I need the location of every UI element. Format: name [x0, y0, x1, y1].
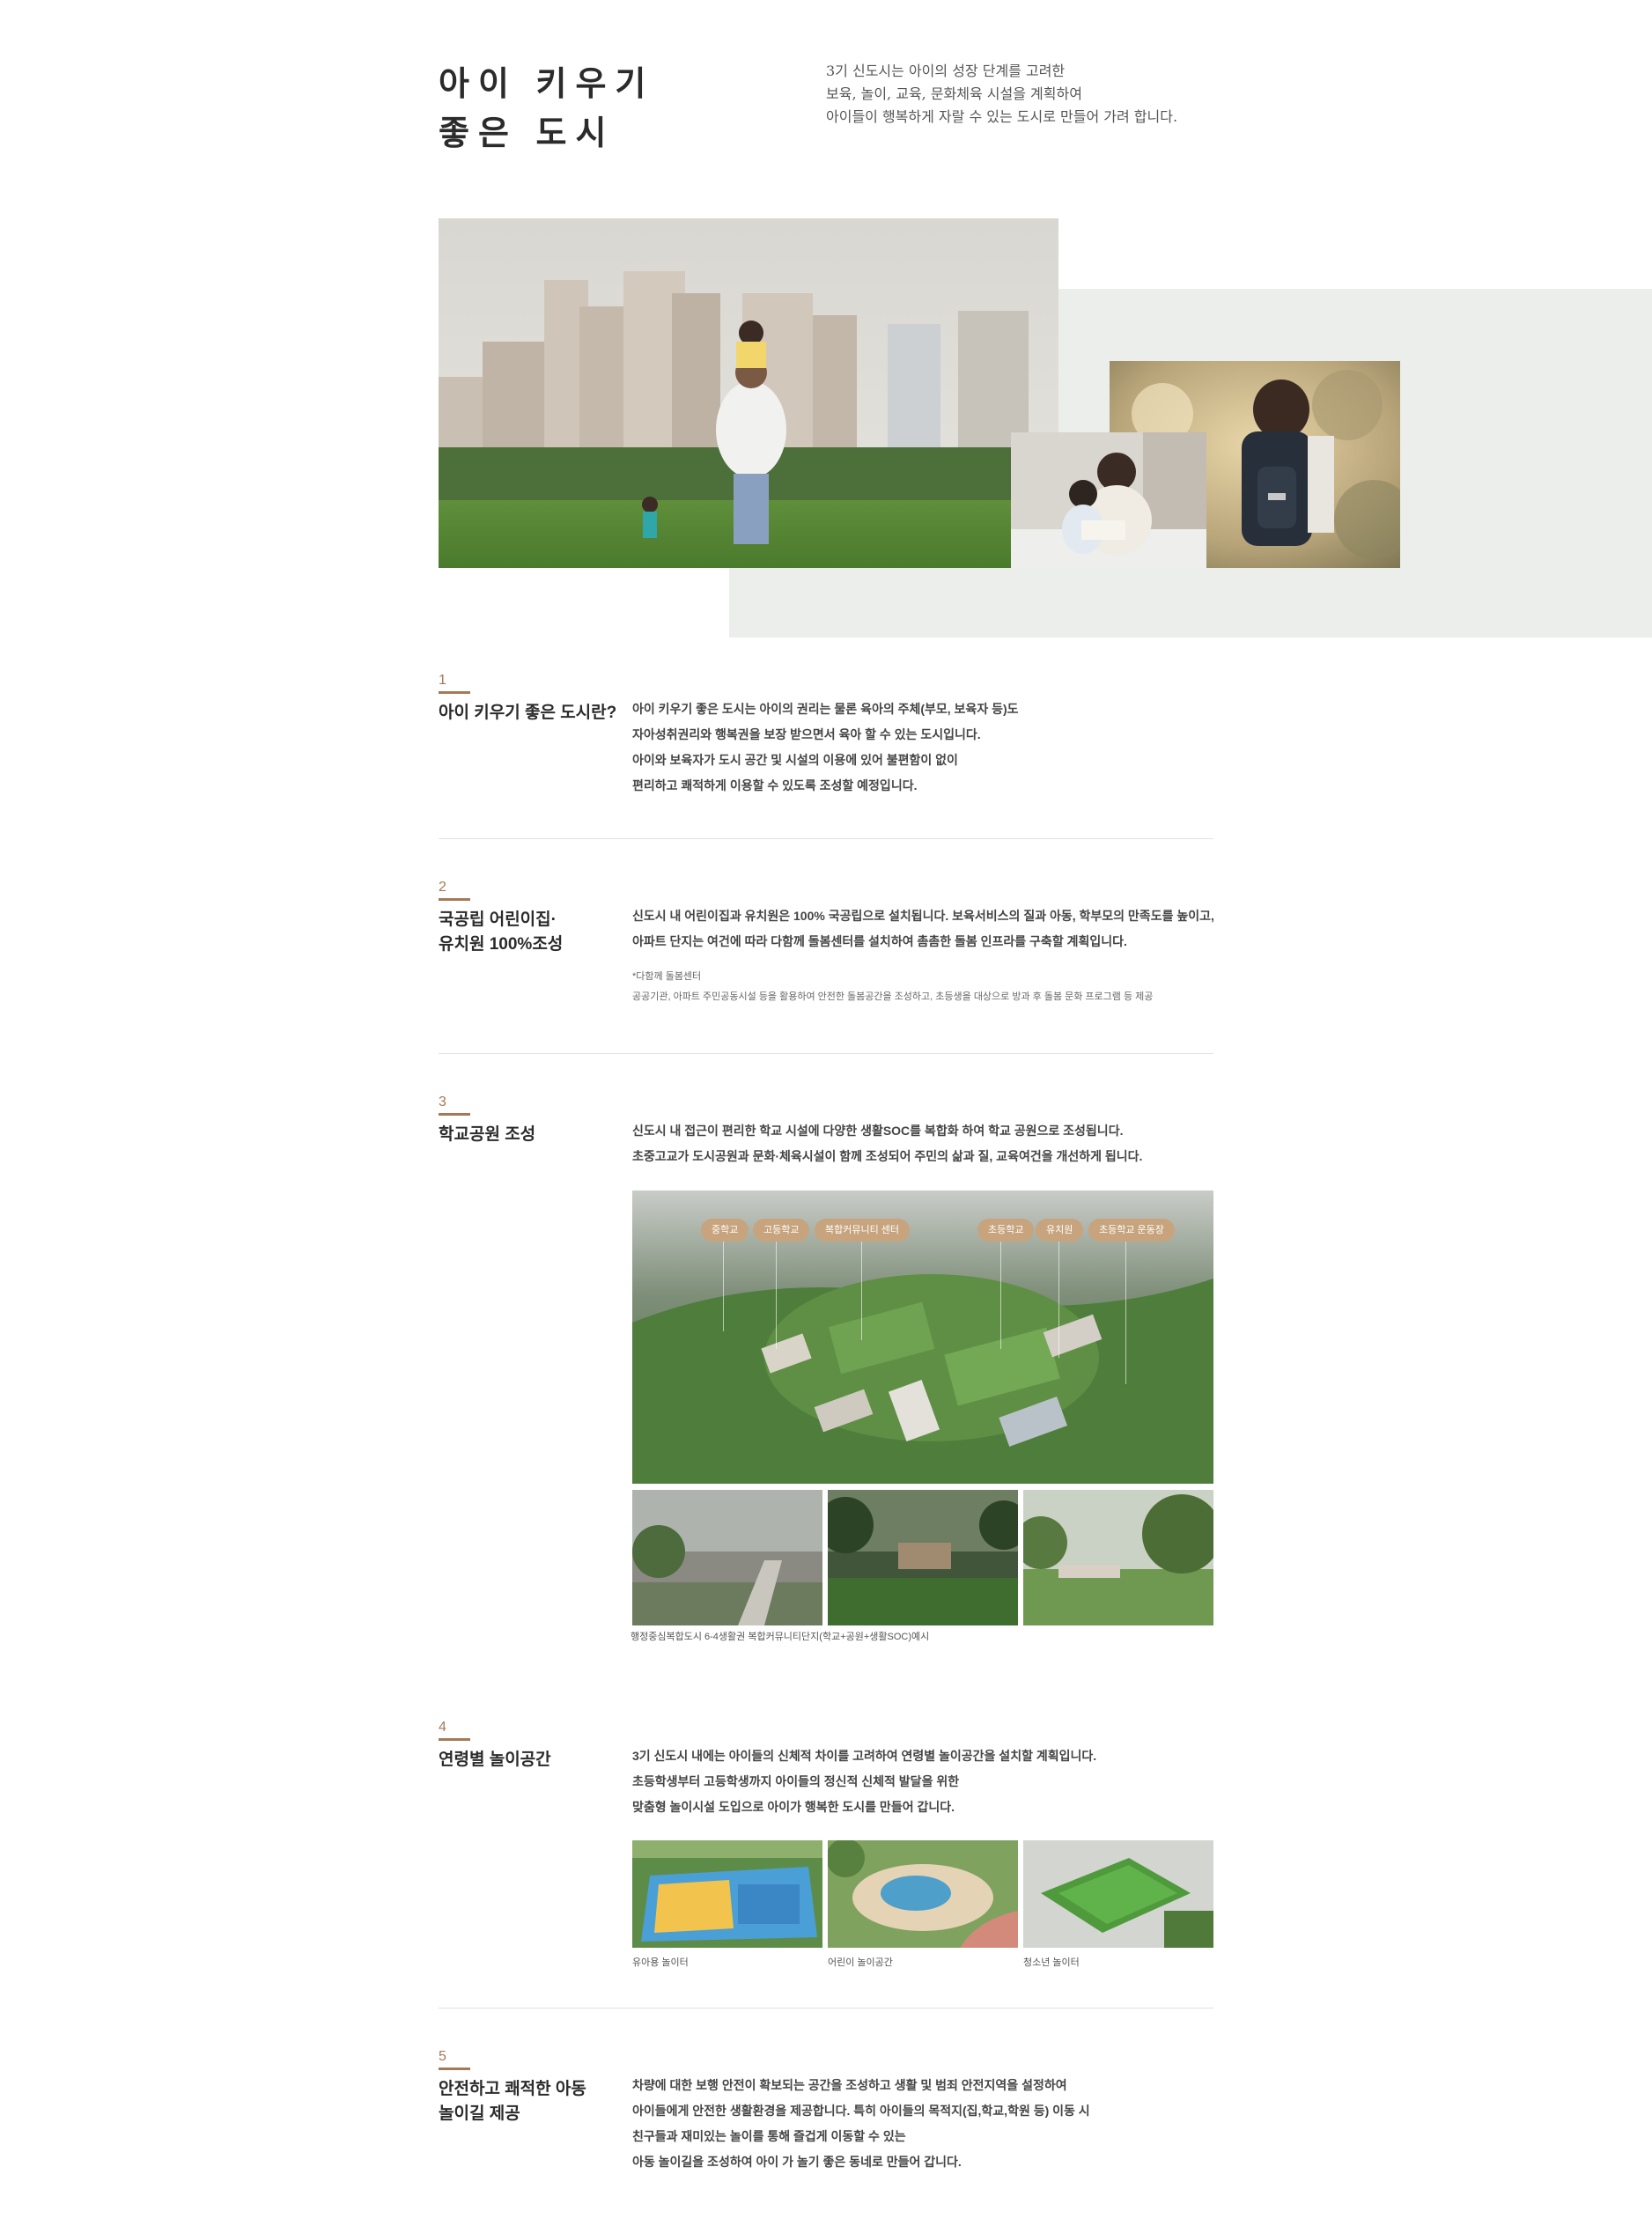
- mother-daughter-reading-photo: [1011, 432, 1206, 568]
- school-park-aerial-image: 중학교 고등학교 복합커뮤니티 센터 초등학교 유치원 초등학교 운동장: [632, 1190, 1213, 1484]
- tag-community-center: 복합커뮤니티 센터: [815, 1219, 911, 1242]
- section-body: 신도시 내 어린이집과 유치원은 100% 국공립으로 설치됩니다. 보육서비스…: [632, 903, 1231, 1007]
- section-title-line: 학교공원 조성: [439, 1125, 536, 1144]
- body-line: 신도시 내 어린이집과 유치원은 100% 국공립으로 설치됩니다. 보육서비스…: [632, 909, 1214, 923]
- tag-elementary-playground: 초등학교 운동장: [1088, 1219, 1175, 1242]
- section-title: 연령별 놀이공간: [439, 1748, 623, 1773]
- pointer-line: [1058, 1226, 1059, 1358]
- pointer-line: [1125, 1226, 1126, 1384]
- section-title: 국공립 어린이집· 유치원 100%조성: [439, 908, 623, 957]
- section-3: 3 학교공원 조성 신도시 내 접근이 편리한 학교 시설에 다양한 생활SOC…: [439, 1094, 1213, 1163]
- section-1: 1 아이 키우기 좋은 도시란? 아이 키우기 좋은 도시는 아이의 권리는 물…: [439, 672, 1213, 792]
- toddler-playground-image: [632, 1840, 822, 1948]
- image-caption: 행정중심복합도시 6-4생활권 복합커뮤니티단지(학교+공원+생활SOC)예시: [631, 1632, 930, 1642]
- section-number: 5: [439, 2048, 470, 2070]
- school-render-1: [632, 1490, 822, 1625]
- section-number: 3: [439, 1094, 470, 1116]
- pointer-line: [776, 1226, 777, 1349]
- body-line: 친구들과 재미있는 놀이를 통해 즐겁게 이동할 수 있는: [632, 2129, 906, 2143]
- section-divider: [439, 1053, 1213, 1054]
- body-line: 아동 놀이길을 조성하여 아이 가 놀기 좋은 동네로 만들어 갑니다.: [632, 2155, 962, 2169]
- tag-elementary-school: 초등학교: [977, 1219, 1035, 1242]
- section-title: 학교공원 조성: [439, 1123, 623, 1147]
- section-number: 4: [439, 1719, 470, 1741]
- tag-middle-school: 중학교: [701, 1219, 749, 1242]
- image-caption: 어린이 놀이공간: [828, 1957, 893, 1968]
- section-number: 1: [439, 672, 470, 694]
- image-caption: 청소년 놀이터: [1023, 1957, 1080, 1968]
- hero-description-line2: 보육, 놀이, 교육, 문화체육 시설을 계획하여: [826, 85, 1082, 102]
- body-line: 초중고교가 도시공원과 문화·체육시설이 함께 조성되어 주민의 삶과 질, 교…: [632, 1149, 1143, 1163]
- page-title-line2: 좋은 도시: [439, 115, 616, 152]
- body-line: 아파트 단지는 여건에 따라 다함께 돌봄센터를 설치하여 촘촘한 돌봄 인프라…: [632, 934, 1127, 948]
- section-4: 4 연령별 놀이공간 3기 신도시 내에는 아이들의 신체적 차이를 고려하여 …: [439, 1719, 1213, 1814]
- pointer-line: [861, 1226, 862, 1340]
- page-title-line1: 아이 키우기: [439, 66, 655, 103]
- section-title-line: 아이 키우기 좋은 도시란?: [439, 704, 617, 722]
- section-title-line: 놀이길 제공: [439, 2104, 520, 2123]
- pointer-line: [1000, 1226, 1001, 1349]
- section-title-line: 안전하고 쾌적한 아동: [439, 2080, 586, 2098]
- body-line: 맞춤형 놀이시설 도입으로 아이가 행복한 도시를 만들어 갑니다.: [632, 1800, 955, 1814]
- hero-description-line1: 3기 신도시는 아이의 성장 단계를 고려한: [826, 63, 1066, 79]
- body-line: 자아성취권리와 행복권을 보장 받으면서 육아 할 수 있는 도시입니다.: [632, 727, 981, 741]
- section-body: 3기 신도시 내에는 아이들의 신체적 차이를 고려하여 연령별 놀이공간을 설…: [632, 1743, 1231, 1820]
- body-line: 신도시 내 접근이 편리한 학교 시설에 다양한 생활SOC를 복합화 하여 학…: [632, 1124, 1124, 1138]
- section-body: 아이 키우기 좋은 도시는 아이의 권리는 물론 육아의 주체(부모, 보육자 …: [632, 697, 1231, 799]
- hero-description-line3: 아이들이 행복하게 자랄 수 있는 도시로 만들어 가려 합니다.: [826, 108, 1178, 125]
- section-title-line: 국공립 어린이집·: [439, 910, 557, 929]
- body-line: 차량에 대한 보행 안전이 확보되는 공간을 조성하고 생활 및 범죄 안전지역…: [632, 2078, 1067, 2092]
- section-5: 5 안전하고 쾌적한 아동 놀이길 제공 차량에 대한 보행 안전이 확보되는 …: [439, 2048, 1213, 2169]
- section-title-line: 연령별 놀이공간: [439, 1751, 551, 1769]
- section-number: 2: [439, 879, 470, 901]
- school-render-2: [828, 1490, 1018, 1625]
- body-line: 아이와 보육자가 도시 공간 및 시설의 이용에 있어 불편함이 없이: [632, 753, 958, 767]
- section-divider: [439, 2008, 1213, 2009]
- family-city-photo: [439, 218, 1058, 568]
- footnote-line: 공공기관, 아파트 주민공동시설 등을 활용하여 안전한 돌봄공간을 조성하고,…: [632, 991, 1154, 1002]
- body-line: 편리하고 쾌적하게 이용할 수 있도록 조성할 예정입니다.: [632, 778, 918, 792]
- body-line: 초등학생부터 고등학생까지 아이들의 정신적 신체적 발달을 위한: [632, 1774, 960, 1788]
- pointer-line: [723, 1226, 724, 1331]
- section-divider: [439, 838, 1213, 839]
- section-title: 안전하고 쾌적한 아동 놀이길 제공: [439, 2077, 623, 2126]
- children-play-space-image: [828, 1840, 1018, 1948]
- tag-kindergarten: 유치원: [1036, 1219, 1084, 1242]
- footnote-line: *다함께 돌봄센터: [632, 971, 702, 982]
- body-line: 아이들에게 안전한 생활환경을 제공합니다. 특히 아이들의 목적지(집,학교,…: [632, 2104, 1090, 2118]
- section-2: 2 국공립 어린이집· 유치원 100%조성 신도시 내 어린이집과 유치원은 …: [439, 879, 1214, 1002]
- section-title-line: 유치원 100%조성: [439, 935, 564, 954]
- tag-high-school: 고등학교: [753, 1219, 810, 1242]
- section-footnote: *다함께 돌봄센터 공공기관, 아파트 주민공동시설 등을 활용하여 안전한 돌…: [632, 967, 1231, 1007]
- youth-playground-image: [1023, 1840, 1213, 1948]
- hero-description: 3기 신도시는 아이의 성장 단계를 고려한 보육, 놀이, 교육, 문화체육 …: [826, 60, 1284, 129]
- section-title: 아이 키우기 좋은 도시란?: [439, 701, 623, 726]
- section-body: 차량에 대한 보행 안전이 확보되는 공간을 조성하고 생활 및 범죄 안전지역…: [632, 2073, 1231, 2175]
- body-line: 3기 신도시 내에는 아이들의 신체적 차이를 고려하여 연령별 놀이공간을 설…: [632, 1749, 1097, 1763]
- image-caption: 유아용 놀이터: [632, 1957, 689, 1968]
- page-title: 아이 키우기 좋은 도시: [439, 60, 654, 158]
- section-body: 신도시 내 접근이 편리한 학교 시설에 다양한 생활SOC를 복합화 하여 학…: [632, 1118, 1231, 1169]
- school-render-3: [1023, 1490, 1213, 1625]
- body-line: 아이 키우기 좋은 도시는 아이의 권리는 물론 육아의 주체(부모, 보육자 …: [632, 702, 1019, 716]
